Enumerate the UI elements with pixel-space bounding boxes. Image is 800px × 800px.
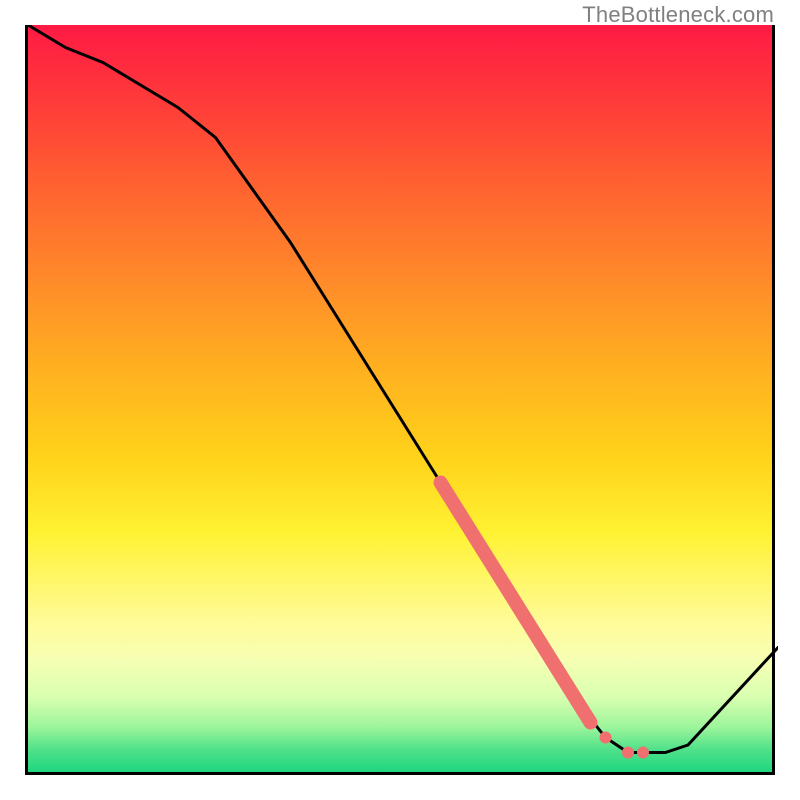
highlight-dots (600, 732, 650, 759)
highlight-dot (637, 747, 649, 759)
curve-group (28, 25, 778, 759)
chart-container: TheBottleneck.com (0, 0, 800, 800)
highlight-dot (622, 747, 634, 759)
highlight-dot (600, 732, 612, 744)
watermark-text: TheBottleneck.com (582, 2, 774, 28)
bottleneck-curve (28, 25, 778, 753)
highlight-band (441, 483, 591, 723)
chart-svg (28, 25, 778, 775)
plot-area (25, 25, 775, 775)
